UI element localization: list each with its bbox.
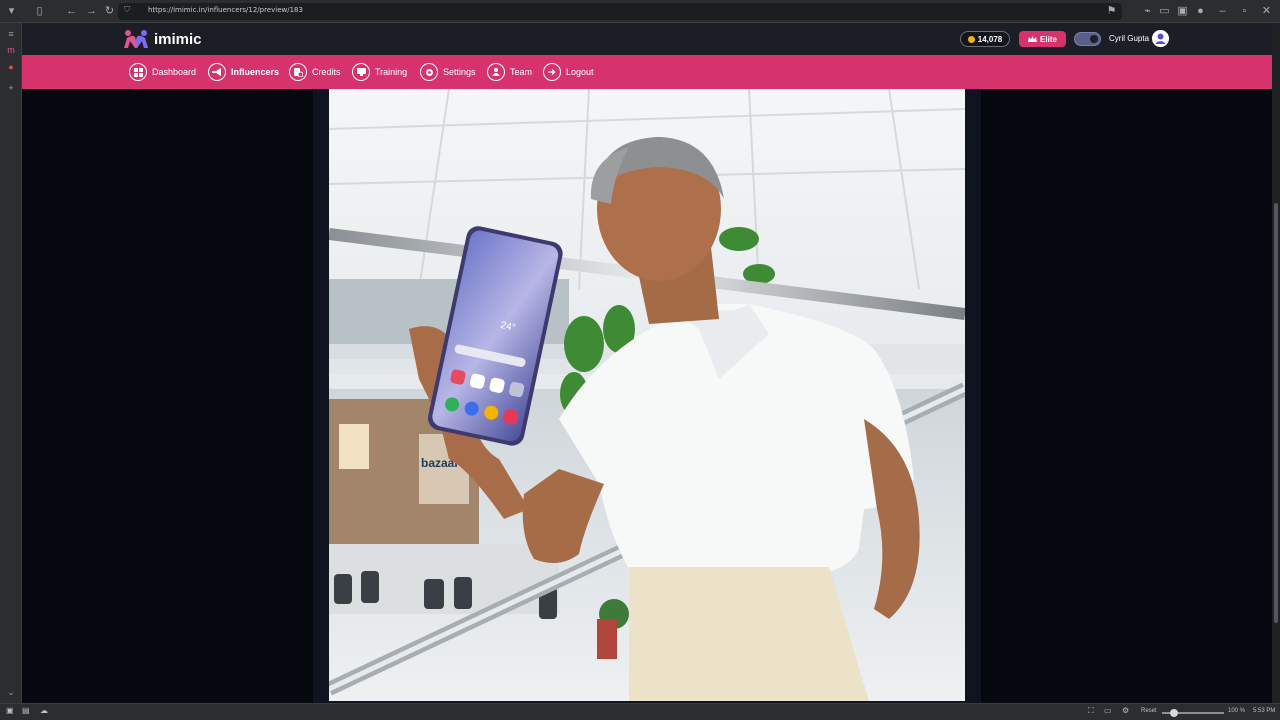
team-icon <box>487 63 505 81</box>
restore-icon[interactable]: ▫ <box>1237 4 1252 19</box>
credits-icon <box>289 63 307 81</box>
zoom-reset-button[interactable]: Reset <box>1141 708 1157 714</box>
nav-logout[interactable]: Logout <box>543 63 594 81</box>
user-avatar-icon <box>1152 30 1169 47</box>
megaphone-icon <box>208 63 226 81</box>
logo[interactable]: imimic <box>122 28 202 50</box>
url-text[interactable]: https://imimic.in/influencers/12/preview… <box>148 6 303 14</box>
reload-icon[interactable]: ↻ <box>102 4 117 19</box>
user-name[interactable]: Cyril Gupta <box>1109 34 1149 43</box>
crown-icon <box>1028 35 1038 42</box>
browser-window: ▾ ▯ ← → ↻ ⛉ https://imimic.in/influencer… <box>0 0 1280 720</box>
window-icon[interactable]: ▭ <box>1104 706 1112 715</box>
nav-logout-label: Logout <box>566 67 594 77</box>
panel-add-icon[interactable]: + <box>5 82 17 94</box>
elite-label: Elite <box>1040 34 1057 44</box>
panel-stack-icon[interactable]: ≡ <box>5 28 17 40</box>
nav-training-label: Training <box>375 67 408 77</box>
nav-team[interactable]: Team <box>487 63 532 81</box>
browser-status-bar: ▣ ▤ ☁ ⛶ ▭ ⚙ Reset 100 % 5:53 PM <box>0 703 1280 720</box>
wallet-icon[interactable]: ▣ <box>1175 4 1190 19</box>
nav-settings-label: Settings <box>443 67 476 77</box>
panel-app-icon[interactable]: ● <box>5 61 17 73</box>
nav-training[interactable]: Training <box>352 63 407 81</box>
cloud-icon[interactable]: ☁ <box>40 706 48 715</box>
main-nav: Dashboard Influencers Credits Training S… <box>22 55 1272 89</box>
nav-dashboard[interactable]: Dashboard <box>129 63 196 81</box>
gear-icon <box>420 63 438 81</box>
logout-icon <box>543 63 561 81</box>
profile-icon[interactable]: ● <box>1193 4 1208 19</box>
nav-team-label: Team <box>510 67 533 77</box>
back-icon[interactable]: ← <box>64 4 79 19</box>
address-bar[interactable]: ⛉ https://imimic.in/influencers/12/previ… <box>118 3 1122 20</box>
zoom-slider-handle[interactable] <box>1170 709 1178 717</box>
nav-credits-label: Credits <box>312 67 341 77</box>
nav-influencers-label: Influencers <box>231 67 280 77</box>
extension-icon[interactable]: ⌁ <box>1140 4 1155 19</box>
clock: 5:53 PM <box>1253 708 1276 714</box>
nav-settings[interactable]: Settings <box>420 63 476 81</box>
credits-balance[interactable]: 14,078 <box>960 31 1010 47</box>
capture-icon[interactable]: ⛶ <box>1088 706 1094 716</box>
browser-toolbar: ▾ ▯ ← → ↻ ⛉ https://imimic.in/influencer… <box>0 0 1280 23</box>
brand-name: imimic <box>154 30 202 48</box>
site-header: imimic 14,078 Elite Cyril Gupta <box>22 23 1272 55</box>
nav-dashboard-label: Dashboard <box>152 67 197 77</box>
image-preview-frame: bazaar 24° <box>313 89 981 703</box>
scrollbar-thumb[interactable] <box>1274 203 1278 623</box>
dashboard-icon <box>129 63 147 81</box>
logo-mark-icon <box>124 30 148 48</box>
coin-icon <box>967 35 975 43</box>
theme-toggle[interactable] <box>1074 32 1101 46</box>
imimic-site: imimic 14,078 Elite Cyril Gupta Dashboar… <box>22 23 1272 703</box>
panel-collapse-icon[interactable]: ⌄ <box>5 686 17 698</box>
moon-icon <box>1090 35 1098 43</box>
influencer-photo: bazaar 24° <box>329 89 965 701</box>
influencer-preview-image[interactable]: bazaar 24° <box>329 89 965 701</box>
panel-imimic-icon[interactable]: m <box>5 44 17 56</box>
sidebar-toggle-icon[interactable]: ▯ <box>32 4 47 19</box>
avatar[interactable] <box>1152 30 1169 47</box>
page-scrollbar[interactable] <box>1272 23 1280 703</box>
zoom-level: 100 % <box>1228 708 1246 714</box>
minimize-icon[interactable]: – <box>1215 4 1230 19</box>
nav-influencers[interactable]: Influencers <box>208 63 279 81</box>
browser-side-panel: ≡ m ● + ⌄ <box>0 23 22 703</box>
page-actions-icon[interactable]: ⚙ <box>1122 706 1129 715</box>
nav-credits[interactable]: Credits <box>289 63 341 81</box>
browser-menu-icon[interactable]: ▾ <box>4 4 19 19</box>
close-icon[interactable]: ✕ <box>1259 4 1274 19</box>
panel-layout-icon[interactable]: ▣ <box>6 706 14 715</box>
tile-icon[interactable]: ▤ <box>22 706 30 715</box>
bookmark-icon[interactable]: ⚑ <box>1104 4 1119 19</box>
site-security-icon[interactable]: ⛉ <box>124 5 134 15</box>
forward-icon[interactable]: → <box>84 4 99 19</box>
elite-button[interactable]: Elite <box>1019 31 1066 47</box>
vpn-icon[interactable]: ▭ <box>1157 4 1172 19</box>
zoom-slider[interactable] <box>1162 709 1224 717</box>
credits-value: 14,078 <box>977 34 1003 44</box>
training-icon <box>352 63 370 81</box>
